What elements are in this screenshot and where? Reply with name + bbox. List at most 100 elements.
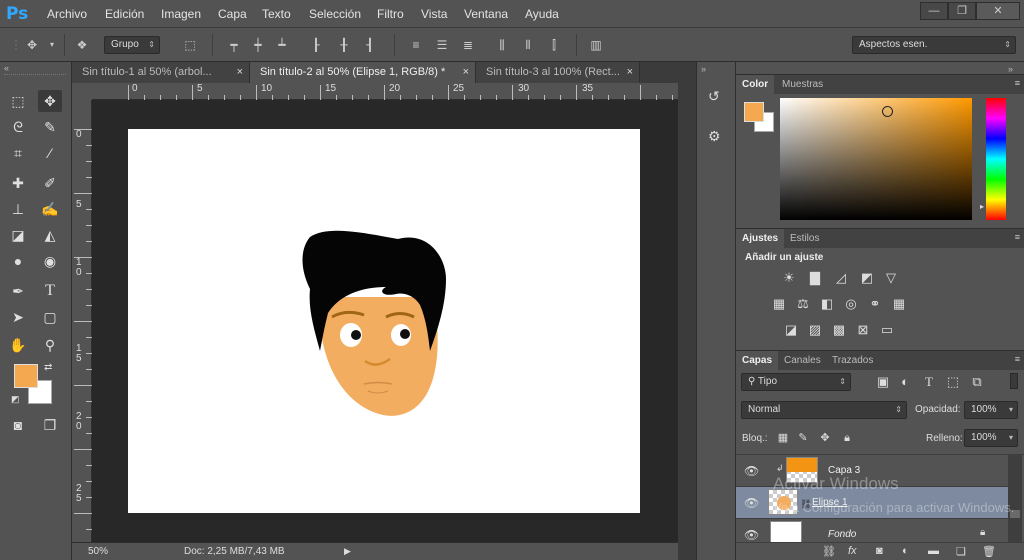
- gradient-map-icon[interactable]: ▭: [878, 322, 896, 338]
- tab-document-2[interactable]: Sin título-2 al 50% (Elipse 1, RGB/8) * …: [250, 62, 476, 83]
- dodge-icon[interactable]: ◉: [38, 250, 62, 272]
- link-layers-icon[interactable]: ⛓: [822, 545, 836, 558]
- opacity-field[interactable]: 100% ▾: [964, 401, 1018, 419]
- panel-menu-icon[interactable]: ≡: [1015, 354, 1020, 364]
- channel-mixer-icon[interactable]: ⚭: [866, 296, 884, 312]
- pen-icon[interactable]: ✒: [6, 280, 30, 302]
- history-icon[interactable]: ↺: [708, 88, 720, 105]
- menu-texto[interactable]: Texto: [262, 7, 291, 21]
- black-white-icon[interactable]: ◧: [818, 296, 836, 312]
- transform-controls-icon[interactable]: ⬚: [182, 37, 198, 53]
- bucket-icon[interactable]: ◭: [38, 224, 62, 246]
- healing-icon[interactable]: ✚: [6, 172, 30, 194]
- photo-filter-icon[interactable]: ◎: [842, 296, 860, 312]
- invert-icon[interactable]: ◪: [782, 322, 800, 338]
- quick-mask-icon[interactable]: ◙: [6, 414, 30, 436]
- workspace-dropdown[interactable]: Aspectos esen. ⇕: [852, 36, 1016, 54]
- history-brush-icon[interactable]: ✍: [38, 198, 62, 220]
- play-icon[interactable]: ▶: [344, 543, 351, 560]
- vertical-ruler[interactable]: 0 5 10 15 20 25: [72, 100, 92, 542]
- tab-adjustments[interactable]: Ajustes: [736, 229, 785, 249]
- lock-pixels-icon[interactable]: ✎: [794, 430, 812, 446]
- align-left-icon[interactable]: ┠: [308, 37, 324, 53]
- move-tool-preset-icon[interactable]: ✥: [24, 37, 40, 53]
- lock-position-icon[interactable]: ✥: [816, 430, 834, 446]
- marquee-icon[interactable]: ⬚: [6, 90, 30, 112]
- levels-icon[interactable]: ▇: [806, 270, 824, 286]
- color-picker-cursor[interactable]: [882, 106, 893, 117]
- filter-pixel-icon[interactable]: ▣: [874, 374, 892, 390]
- vertical-scrollbar[interactable]: [678, 62, 696, 560]
- panel-foreground-swatch[interactable]: [744, 102, 764, 122]
- align-right-icon[interactable]: ┨: [362, 37, 378, 53]
- eye-icon[interactable]: 👁︎: [744, 464, 759, 478]
- menu-ayuda[interactable]: Ayuda: [525, 7, 559, 21]
- collapse-icon[interactable]: «: [4, 63, 9, 73]
- menu-archivo[interactable]: Archivo: [47, 7, 87, 21]
- filter-type-icon[interactable]: T: [920, 374, 938, 390]
- lock-transparent-icon[interactable]: ▦: [774, 430, 792, 446]
- filter-smart-object-icon[interactable]: ⧉: [968, 374, 986, 390]
- menu-ventana[interactable]: Ventana: [464, 7, 508, 21]
- blur-icon[interactable]: ●: [6, 250, 30, 272]
- restore-button[interactable]: ❐: [948, 2, 976, 20]
- menu-edicion[interactable]: Edición: [105, 7, 144, 21]
- auto-align-icon[interactable]: ▥: [588, 37, 604, 53]
- auto-select-dropdown[interactable]: Grupo ⇕: [104, 36, 160, 54]
- tab-layers[interactable]: Capas: [736, 351, 779, 371]
- distribute-top-icon[interactable]: ≡: [408, 37, 424, 53]
- path-select-icon[interactable]: ➤: [6, 306, 30, 328]
- vibrance-icon[interactable]: ▽: [882, 270, 900, 286]
- screen-mode-icon[interactable]: ❐: [38, 414, 62, 436]
- foreground-color-swatch[interactable]: [14, 364, 38, 388]
- properties-icon[interactable]: ⚙: [708, 128, 721, 145]
- shape-icon[interactable]: ▢: [38, 306, 62, 328]
- exposure-icon[interactable]: ◩: [858, 270, 876, 286]
- align-vcenter-icon[interactable]: ┿: [250, 37, 266, 53]
- artboard[interactable]: [128, 129, 640, 513]
- menu-seleccion[interactable]: Selección: [309, 7, 361, 21]
- tab-document-3[interactable]: Sin título-3 al 100% (Rect... ×: [476, 62, 640, 83]
- canvas-area[interactable]: [92, 100, 678, 542]
- minimize-button[interactable]: —: [920, 2, 948, 20]
- distribute-hcenter-icon[interactable]: ⫴: [520, 37, 536, 53]
- fill-field[interactable]: 100% ▾: [964, 429, 1018, 447]
- stamp-icon[interactable]: ⊥: [6, 198, 30, 220]
- hue-slider-marker[interactable]: ▸: [980, 202, 984, 211]
- layers-auto-select-icon[interactable]: ❖: [74, 37, 90, 53]
- threshold-icon[interactable]: ▩: [830, 322, 848, 338]
- menu-vista[interactable]: Vista: [421, 7, 447, 21]
- brush-icon[interactable]: ✐: [38, 172, 62, 194]
- tab-styles[interactable]: Estilos: [784, 229, 825, 249]
- quick-select-icon[interactable]: ✎: [38, 116, 62, 138]
- menu-capa[interactable]: Capa: [218, 7, 247, 21]
- tab-swatches[interactable]: Muestras: [776, 75, 829, 95]
- collapse-icon[interactable]: »: [701, 64, 706, 74]
- new-adjustment-icon[interactable]: ◐: [902, 545, 909, 557]
- move-icon[interactable]: ✥: [38, 90, 62, 112]
- distribute-bottom-icon[interactable]: ≣: [460, 37, 476, 53]
- layer-style-icon[interactable]: fx: [848, 545, 857, 557]
- close-window-button[interactable]: ✕: [976, 2, 1020, 20]
- tab-color[interactable]: Color: [736, 75, 775, 95]
- tab-paths[interactable]: Trazados: [826, 351, 879, 371]
- hand-icon[interactable]: ✋: [6, 334, 30, 356]
- hue-saturation-icon[interactable]: ▦: [770, 296, 788, 312]
- filter-shape-icon[interactable]: ⬚: [944, 374, 962, 390]
- horizontal-ruler[interactable]: 0 5 10 15 20 25 30 35: [92, 83, 678, 100]
- curves-icon[interactable]: ◿: [832, 270, 850, 286]
- align-top-icon[interactable]: ┯: [226, 37, 242, 53]
- align-hcenter-icon[interactable]: ╂: [336, 37, 352, 53]
- eye-icon[interactable]: 👁︎: [744, 528, 759, 542]
- new-layer-icon[interactable]: ❏: [956, 545, 966, 558]
- zoom-level[interactable]: 50%: [88, 543, 108, 560]
- color-field[interactable]: [780, 98, 972, 220]
- default-colors-icon[interactable]: ◩: [11, 394, 20, 405]
- menu-imagen[interactable]: Imagen: [161, 7, 201, 21]
- distribute-vcenter-icon[interactable]: ☰: [434, 37, 450, 53]
- distribute-left-icon[interactable]: ⫼: [494, 37, 510, 53]
- color-lookup-icon[interactable]: ▦: [890, 296, 908, 312]
- layer-row-fondo[interactable]: 👁︎ Fondo 🔒︎: [736, 519, 1008, 542]
- color-balance-icon[interactable]: ⚖: [794, 296, 812, 312]
- zoom-icon[interactable]: ⚲: [38, 334, 62, 356]
